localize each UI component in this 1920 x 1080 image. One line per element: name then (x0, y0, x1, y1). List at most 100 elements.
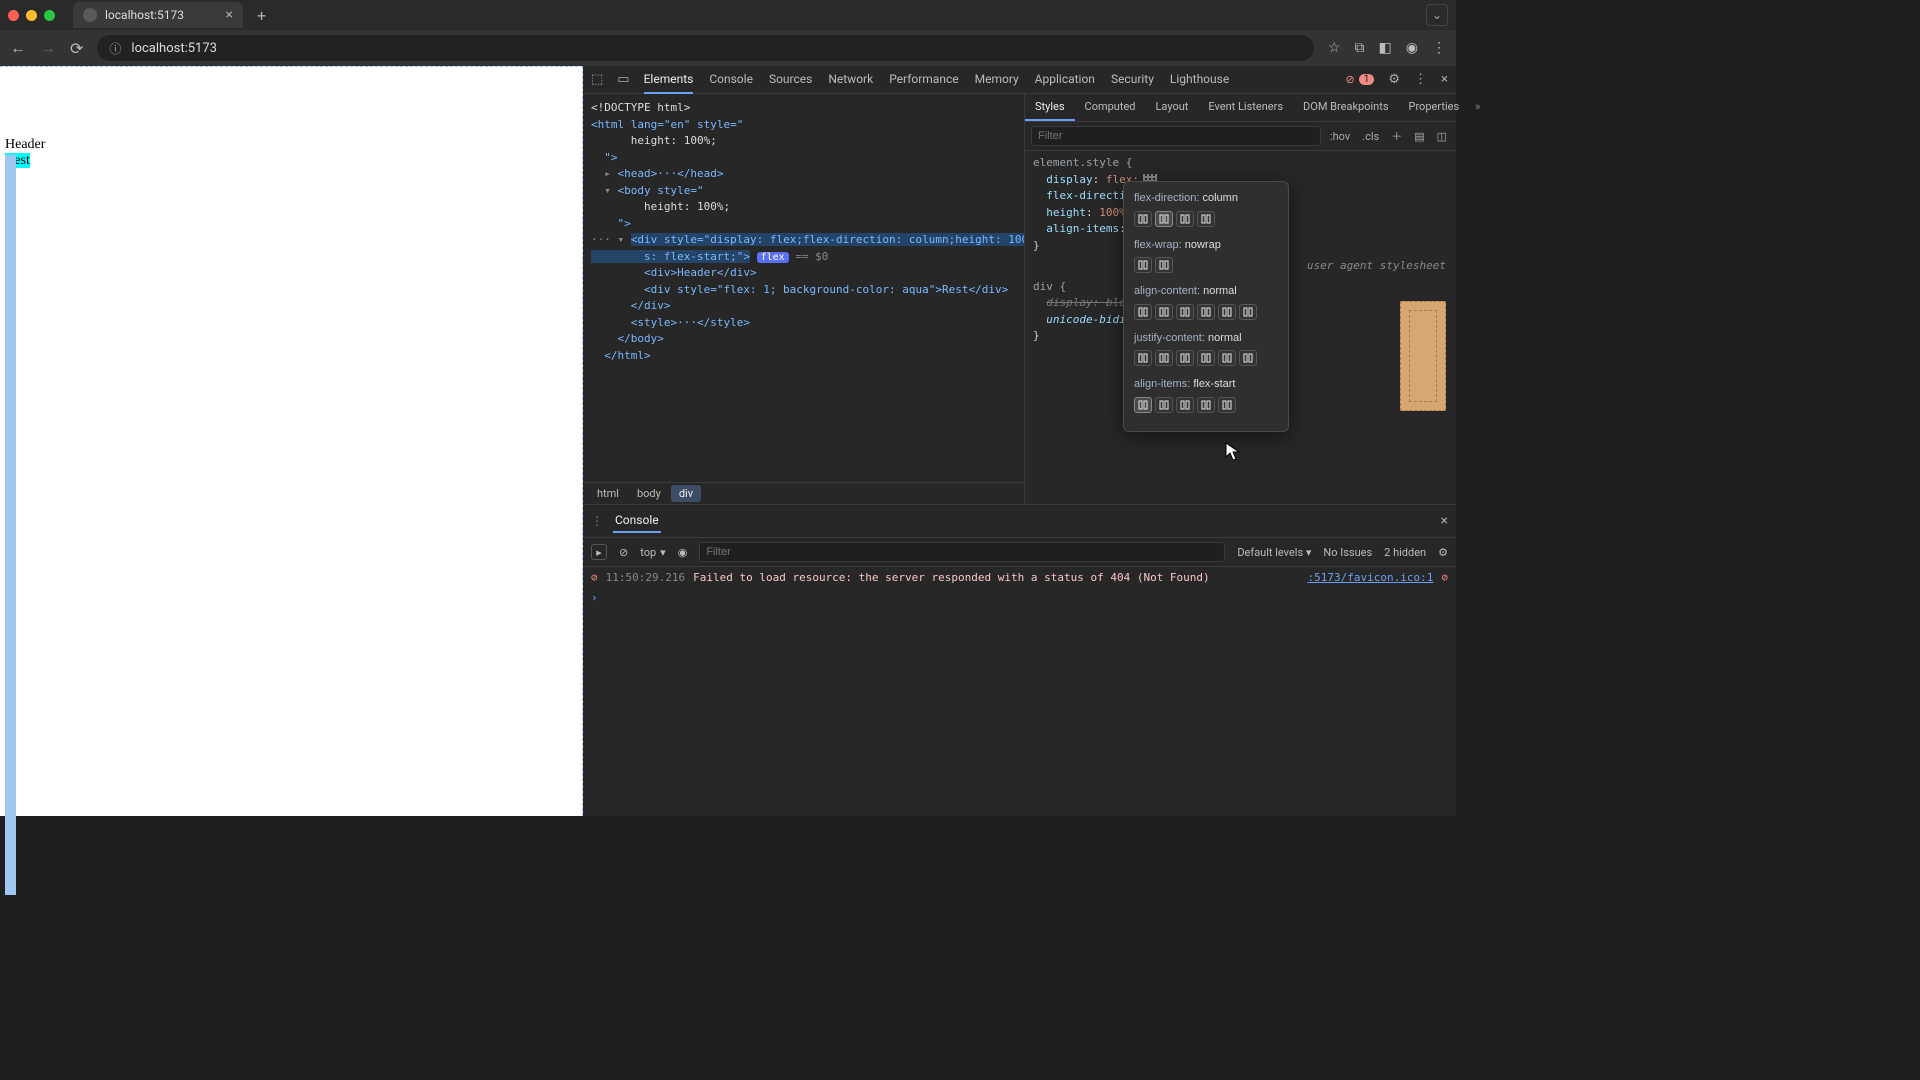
drawer-console-tab[interactable]: Console (613, 509, 661, 533)
subtab-styles[interactable]: Styles (1025, 94, 1075, 121)
flex-option-button[interactable] (1134, 397, 1152, 413)
browser-tab-strip: localhost:5173 × + ⌄ (0, 0, 1456, 30)
devtools-topbar: ⬚ ▭ Elements Console Sources Network Per… (583, 66, 1456, 94)
log-message: Failed to load resource: the server resp… (693, 569, 1210, 587)
subtab-event-listeners[interactable]: Event Listeners (1198, 94, 1293, 121)
flex-option-button[interactable] (1155, 257, 1173, 273)
cls-toggle[interactable]: .cls (1359, 130, 1382, 143)
flex-option-button[interactable] (1239, 304, 1257, 320)
tab-network[interactable]: Network (828, 66, 873, 94)
new-tab-button[interactable]: + (251, 6, 272, 25)
profile-icon[interactable]: ◉ (1406, 40, 1418, 56)
bookmark-icon[interactable]: ☆ (1328, 40, 1341, 56)
rule-selector-div[interactable]: div { (1033, 280, 1066, 293)
drawer-close-icon[interactable]: × (1441, 513, 1448, 529)
tab-elements[interactable]: Elements (644, 66, 694, 94)
tab-application[interactable]: Application (1035, 66, 1095, 94)
computed-styles-icon[interactable]: ▤ (1411, 130, 1427, 143)
flex-option-button[interactable] (1218, 397, 1236, 413)
site-info-icon[interactable]: ⓘ (109, 40, 121, 57)
flex-option-button[interactable] (1197, 304, 1215, 320)
back-button[interactable]: ← (10, 38, 26, 58)
styles-filter-input[interactable] (1031, 126, 1321, 146)
flexbox-editor-popover: flex-direction: columnflex-wrap: nowrapa… (1123, 181, 1289, 432)
flex-option-button[interactable] (1239, 350, 1257, 366)
flex-option-button[interactable] (1155, 211, 1173, 227)
address-bar[interactable]: ⓘ localhost:5173 (97, 35, 1314, 61)
console-log[interactable]: ⊘ 11:50:29.216 Failed to load resource: … (583, 567, 1456, 816)
page-viewport[interactable]: Header Rest (0, 66, 583, 816)
flex-option-button[interactable] (1197, 350, 1215, 366)
console-context-select[interactable]: top ▾ (640, 546, 665, 559)
settings-icon[interactable]: ⚙ (1388, 72, 1400, 87)
window-maximize-button[interactable] (44, 10, 55, 21)
reload-button[interactable]: ⟳ (70, 39, 83, 58)
console-prompt[interactable]: › (591, 589, 1448, 607)
error-counter[interactable]: ⊘ 1 (1346, 73, 1375, 86)
flex-option-button[interactable] (1176, 304, 1194, 320)
crumb-html[interactable]: html (589, 485, 627, 502)
subtab-dom-breakpoints[interactable]: DOM Breakpoints (1293, 94, 1398, 121)
flex-option-button[interactable] (1134, 211, 1152, 227)
window-minimize-button[interactable] (26, 10, 37, 21)
box-model-diagram[interactable] (1400, 301, 1446, 411)
crumb-div[interactable]: div (671, 485, 701, 502)
tab-lighthouse[interactable]: Lighthouse (1170, 66, 1229, 94)
tab-memory[interactable]: Memory (975, 66, 1019, 94)
log-source-link[interactable]: :5173/favicon.ico:1 (1308, 569, 1434, 587)
flex-option-button[interactable] (1155, 397, 1173, 413)
tab-title: localhost:5173 (105, 8, 184, 22)
flex-option-button[interactable] (1134, 350, 1152, 366)
tab-performance[interactable]: Performance (889, 66, 958, 94)
flex-option-button[interactable] (1134, 257, 1152, 273)
window-controls (8, 10, 55, 21)
devtools-close-icon[interactable]: × (1441, 72, 1448, 87)
new-style-rule-icon[interactable]: ＋ (1388, 128, 1405, 144)
hov-toggle[interactable]: :hov (1327, 130, 1353, 143)
flex-option-button[interactable] (1176, 397, 1194, 413)
subtab-properties[interactable]: Properties (1399, 94, 1470, 121)
flex-option-button[interactable] (1218, 304, 1236, 320)
live-expression-icon[interactable]: ◉ (678, 546, 688, 559)
browser-tab[interactable]: localhost:5173 × (73, 2, 243, 28)
tab-security[interactable]: Security (1111, 66, 1154, 94)
device-toggle-icon[interactable]: ▭ (617, 72, 629, 87)
console-filter-input[interactable] (699, 542, 1225, 562)
log-time: 11:50:29.216 (606, 569, 685, 587)
flex-option-button[interactable] (1176, 350, 1194, 366)
hidden-messages[interactable]: 2 hidden (1384, 546, 1426, 559)
menu-icon[interactable]: ⋮ (1432, 40, 1446, 56)
console-sidebar-toggle[interactable]: ▸ (591, 544, 607, 560)
toggle-rendering-icon[interactable]: ◫ (1434, 130, 1450, 143)
tab-close-icon[interactable]: × (226, 7, 233, 23)
devtools-menu-icon[interactable]: ⋮ (1414, 72, 1427, 87)
forward-button[interactable]: → (40, 38, 56, 58)
issues-button[interactable]: No Issues (1323, 546, 1372, 559)
extensions-icon[interactable]: ⧉ (1355, 40, 1365, 56)
rule-selector[interactable]: element.style { (1033, 156, 1132, 169)
flex-badge[interactable]: flex (757, 252, 789, 263)
flex-option-button[interactable] (1134, 304, 1152, 320)
flex-option-button[interactable] (1218, 350, 1236, 366)
flex-option-button[interactable] (1176, 211, 1194, 227)
tab-sources[interactable]: Sources (769, 66, 812, 94)
drawer-menu-icon[interactable]: ⋮ (591, 514, 603, 528)
clear-console-icon[interactable]: ⊘ (619, 546, 628, 559)
console-settings-icon[interactable]: ⚙ (1438, 546, 1448, 559)
flex-option-button[interactable] (1197, 211, 1215, 227)
tab-console[interactable]: Console (709, 66, 753, 94)
flex-option-button[interactable] (1155, 350, 1173, 366)
side-panel-icon[interactable]: ◧ (1379, 40, 1392, 56)
flex-option-button[interactable] (1197, 397, 1215, 413)
subtab-computed[interactable]: Computed (1075, 94, 1146, 121)
inspect-icon[interactable]: ⬚ (591, 72, 603, 87)
crumb-body[interactable]: body (629, 485, 669, 502)
subtabs-more-icon[interactable]: » (1469, 94, 1486, 121)
favicon-icon (83, 8, 97, 22)
flex-option-button[interactable] (1155, 304, 1173, 320)
log-levels-select[interactable]: Default levels ▾ (1237, 546, 1311, 559)
expand-tabs-button[interactable]: ⌄ (1426, 4, 1448, 26)
window-close-button[interactable] (8, 10, 19, 21)
dom-tree[interactable]: <!DOCTYPE html> <html lang="en" style=" … (583, 94, 1024, 482)
subtab-layout[interactable]: Layout (1146, 94, 1199, 121)
